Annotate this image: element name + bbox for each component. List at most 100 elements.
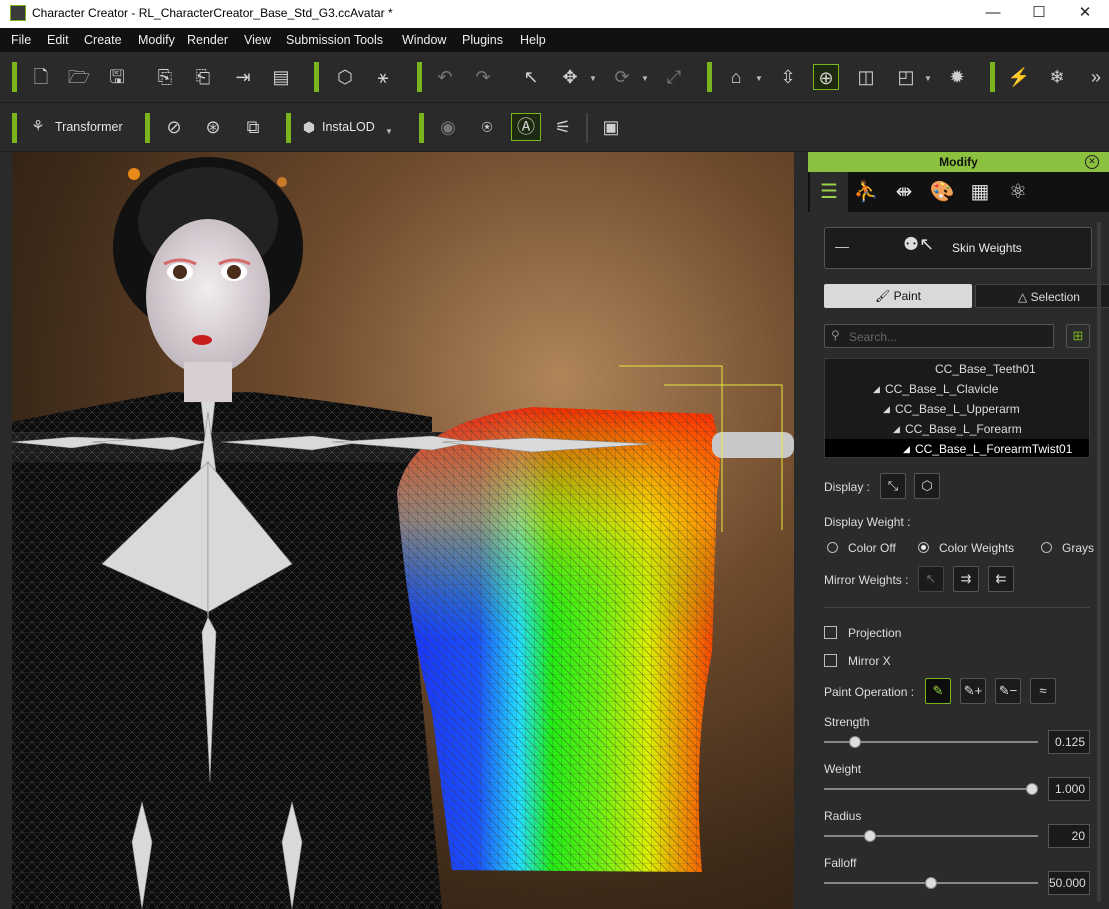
menu-view[interactable]: View <box>244 33 271 47</box>
menu-modify[interactable]: Modify <box>138 33 175 47</box>
grays-label[interactable]: Grays <box>1062 541 1098 555</box>
menu-window[interactable]: Window <box>402 33 446 47</box>
radio-color-weights[interactable] <box>918 542 929 553</box>
strength-slider-thumb[interactable] <box>849 736 862 748</box>
weight-slider-thumb[interactable] <box>1026 783 1038 795</box>
maximize-button[interactable]: ☐ <box>1016 2 1062 26</box>
3d-viewport[interactable] <box>12 152 794 909</box>
color-off-label[interactable]: Color Off <box>848 541 896 555</box>
export-icon[interactable]: ⇥ <box>230 64 256 90</box>
radius-slider-thumb[interactable] <box>864 830 877 842</box>
mirror-select-icon[interactable]: ↖ <box>918 566 944 592</box>
instalod-label[interactable]: InstaLOD <box>322 120 375 134</box>
home-camera-icon[interactable]: ⌂ <box>723 64 749 90</box>
menu-submission-tools[interactable]: Submission Tools <box>286 33 383 47</box>
brush-add-icon[interactable]: ✎+ <box>960 678 986 704</box>
tab-motion-icon[interactable]: ⛹ <box>850 177 882 207</box>
viewport-splitter[interactable] <box>794 152 808 909</box>
tree-item[interactable]: ◢ CC_Base_L_Upperarm <box>825 399 1089 419</box>
menu-edit[interactable]: Edit <box>47 33 69 47</box>
tree-item[interactable]: CC_Base_Teeth01 <box>825 359 1089 379</box>
mirror-x-label[interactable]: Mirror X <box>848 654 891 668</box>
expand-triangle-icon[interactable]: ◢ <box>903 439 910 457</box>
radius-value-field[interactable]: 20 <box>1048 824 1090 848</box>
radio-color-off[interactable] <box>827 542 838 553</box>
strength-value-field[interactable]: 0.125 <box>1048 730 1090 754</box>
minimize-button[interactable]: — <box>970 2 1016 26</box>
render-icon[interactable]: ⬡ <box>332 64 358 90</box>
display-bones-icon[interactable]: ⤡ <box>880 473 906 499</box>
undo-icon[interactable]: ↶ <box>432 64 458 90</box>
expand-triangle-icon[interactable]: ◢ <box>883 399 890 419</box>
close-button[interactable]: ✕ <box>1062 2 1108 26</box>
camera-view-icon[interactable]: ◫ <box>853 64 879 90</box>
move-icon[interactable]: ✥ <box>557 64 583 90</box>
tab-physics-icon[interactable]: ⚛ <box>1002 177 1034 207</box>
tab-morph-icon[interactable]: ⇼ <box>888 177 920 207</box>
redo-icon[interactable]: ↷ <box>470 64 496 90</box>
pose-icon[interactable]: ⚹ <box>370 64 396 90</box>
panel-scrollbar[interactable] <box>1097 222 1101 902</box>
collapse-icon[interactable]: — <box>835 238 849 254</box>
radio-grays[interactable] <box>1041 542 1052 553</box>
menu-help[interactable]: Help <box>520 33 546 47</box>
panel-layout-icon[interactable]: ▣ <box>598 114 624 140</box>
expand-triangle-icon[interactable]: ◢ <box>893 419 900 439</box>
skin-weights-section[interactable]: — ⚉↖ Skin Weights <box>824 227 1092 269</box>
light-icon[interactable]: ✹ <box>944 64 970 90</box>
mirror-left-to-right-icon[interactable]: ⇉ <box>953 566 979 592</box>
rotate-icon[interactable]: ⟳ <box>609 64 635 90</box>
weight-value-field[interactable]: 1.000 <box>1048 777 1090 801</box>
skin-weight-tool-icon[interactable]: Ⓐ <box>511 113 541 141</box>
tab-texture-icon[interactable]: ▦ <box>964 177 996 207</box>
skin-tool-icon[interactable]: ⍟ <box>474 114 500 140</box>
save-icon[interactable]: 🖫 <box>104 64 130 90</box>
projection-checkbox[interactable] <box>824 626 837 639</box>
search-input[interactable] <box>847 328 1051 346</box>
fit-view-icon[interactable]: ⇳ <box>775 64 801 90</box>
scale-icon[interactable]: ⤢ <box>661 64 687 90</box>
color-weights-label[interactable]: Color Weights <box>939 541 1014 555</box>
chevron-down-icon[interactable]: ▼ <box>755 74 763 83</box>
falloff-slider-thumb[interactable] <box>925 877 937 889</box>
import-icon[interactable]: ⎘ <box>152 64 178 90</box>
radius-slider-track[interactable] <box>824 835 1038 837</box>
transformer-icon[interactable]: ⚘ <box>28 114 48 140</box>
paint-mode-button[interactable]: 🖌 Paint <box>824 284 972 308</box>
chevron-down-icon[interactable]: ▼ <box>924 74 932 83</box>
transformer-label[interactable]: Transformer <box>55 120 123 134</box>
tab-attributes-icon[interactable]: ☰ <box>810 172 848 212</box>
chevron-down-icon[interactable]: ▼ <box>589 74 597 83</box>
morph-icon[interactable]: ⊘ <box>161 114 187 140</box>
instalod-icon[interactable]: ⬢ <box>300 114 318 140</box>
ai-settings-icon[interactable]: ❄ <box>1044 64 1070 90</box>
hierarchy-tree-icon[interactable]: ⊞ <box>1066 324 1090 348</box>
panel-close-icon[interactable]: ✕ <box>1085 155 1099 169</box>
preview-icon[interactable]: ▤ <box>268 64 294 90</box>
overflow-chevron-icon[interactable]: » <box>1086 64 1106 90</box>
open-folder-icon[interactable]: 🗁 <box>66 64 92 90</box>
new-file-icon[interactable]: 🗋 <box>28 64 54 90</box>
selection-mode-button[interactable]: △ Selection <box>975 284 1109 308</box>
menu-file[interactable]: File <box>11 33 31 47</box>
menu-create[interactable]: Create <box>84 33 122 47</box>
chevron-down-icon[interactable]: ▼ <box>385 127 393 136</box>
mesh-cubes-icon[interactable]: ⧉ <box>240 114 266 140</box>
edit-mesh-icon[interactable]: ⊛ <box>200 114 226 140</box>
menu-plugins[interactable]: Plugins <box>462 33 503 47</box>
falloff-value-field[interactable]: 50.000 <box>1048 871 1090 895</box>
select-arrow-icon[interactable]: ↖ <box>518 64 544 90</box>
tree-item[interactable]: ◢ CC_Base_L_Clavicle <box>825 379 1089 399</box>
adjust-sliders-icon[interactable]: ⚟ <box>550 114 576 140</box>
brush-subtract-icon[interactable]: ✎− <box>995 678 1021 704</box>
brush-replace-icon[interactable]: ✎ <box>925 678 951 704</box>
mirror-right-to-left-icon[interactable]: ⇇ <box>988 566 1014 592</box>
chevron-down-icon[interactable]: ▼ <box>641 74 649 83</box>
expand-triangle-icon[interactable]: ◢ <box>873 379 880 399</box>
projection-label[interactable]: Projection <box>848 626 901 640</box>
menu-render[interactable]: Render <box>187 33 228 47</box>
tree-item[interactable]: ◢ CC_Base_L_Forearm <box>825 419 1089 439</box>
export-character-icon[interactable]: ⎗ <box>190 64 216 90</box>
display-mesh-icon[interactable]: ⬡ <box>914 473 940 499</box>
tree-item-selected[interactable]: ◢ CC_Base_L_ForearmTwist01 <box>825 439 1089 457</box>
